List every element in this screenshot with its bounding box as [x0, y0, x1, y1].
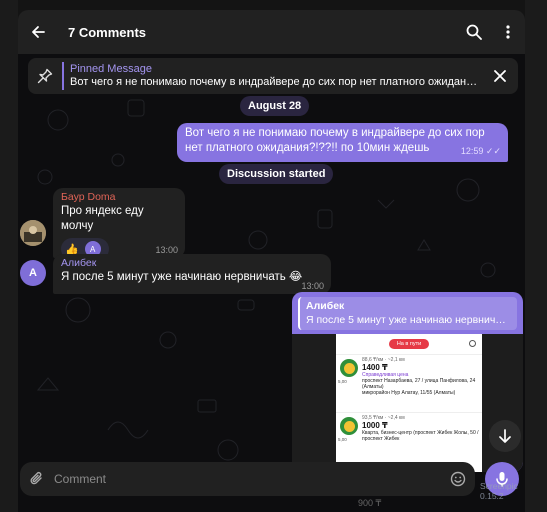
outgoing-message[interactable]: Вот чего я не понимаю почему в индрайвер… [177, 123, 508, 162]
date-separator: August 28 [240, 96, 310, 116]
coin-icon [340, 417, 358, 435]
comment-composer [20, 462, 475, 496]
desktop-edge-right [525, 0, 547, 512]
message-text: Я после 5 минут уже начинаю нервничать 😂 [61, 271, 303, 283]
close-icon [494, 70, 506, 82]
media-message[interactable]: Алибек Я после 5 минут уже начинаю нервн… [292, 292, 523, 472]
paperclip-icon [30, 472, 42, 485]
avatar[interactable] [20, 220, 46, 246]
gear-icon [469, 340, 476, 347]
sender-name[interactable]: Баур Doma [61, 191, 177, 204]
sender-name[interactable]: Алибек [61, 257, 323, 270]
list-item: 5,00 88,6 ₸/км · ~2,1 км 1400 ₸ Справедл… [336, 354, 482, 412]
reply-quote[interactable]: Алибек Я после 5 минут уже начинаю нервн… [298, 297, 517, 330]
incoming-message[interactable]: Баур Doma Про яндекс еду молчу 👍 A 13:00 [53, 188, 185, 260]
message-text: Про яндекс еду молчу [61, 205, 144, 232]
arrow-left-icon [32, 26, 45, 38]
phone-topbar: На в пути [336, 334, 482, 354]
message-text: Вот чего я не понимаю почему в индрайвер… [185, 127, 485, 154]
message-time: 12:59 ✓✓ [460, 146, 501, 156]
pinned-label: Pinned Message [70, 63, 152, 75]
scroll-down-button[interactable] [489, 420, 521, 452]
unpin-button[interactable] [482, 70, 518, 82]
pinned-message-bar[interactable]: Pinned Message Вот чего я не понимаю поч… [28, 58, 518, 94]
reply-text: Я после 5 минут уже начинаю нервничать .… [306, 314, 511, 326]
reply-sender: Алибек [306, 300, 345, 312]
back-button[interactable] [18, 10, 58, 54]
chat-window: 7 Comments Pinned Message Вот чего я не … [18, 10, 525, 512]
arrow-down-icon [499, 429, 511, 443]
avatar[interactable]: A [20, 260, 46, 286]
pin-icon [28, 68, 62, 84]
desktop-edge-left [0, 0, 18, 512]
phone-status-pill: На в пути [388, 339, 430, 349]
comment-input[interactable] [54, 472, 441, 486]
watermark-text: Screenpic 0.15.2 [480, 481, 518, 501]
emoji-button[interactable] [441, 471, 475, 487]
message-time: 13:00 [301, 281, 324, 291]
chat-header: 7 Comments [18, 10, 525, 54]
more-vertical-icon [506, 25, 510, 39]
partial-price-text: 900 ₸ [358, 498, 382, 508]
discussion-started-chip: Discussion started [219, 164, 334, 184]
phone-screenshot: На в пути 5,00 88,6 ₸/км · ~2,1 км 1400 … [336, 334, 482, 472]
attach-button[interactable] [20, 471, 54, 487]
search-button[interactable] [457, 10, 491, 54]
pinned-text: Вот чего я не понимаю почему в индрайвер… [70, 76, 482, 88]
more-options-button[interactable] [491, 10, 525, 54]
incoming-message[interactable]: Алибек Я после 5 минут уже начинаю нервн… [53, 254, 331, 294]
read-check-icon: ✓✓ [485, 146, 501, 156]
coin-icon [340, 359, 358, 377]
page-title: 7 Comments [68, 24, 147, 40]
smile-icon [450, 471, 466, 487]
pinned-message-content: Pinned Message Вот чего я не понимаю поч… [62, 62, 482, 90]
screenshot-image[interactable]: На в пути 5,00 88,6 ₸/км · ~2,1 км 1400 … [292, 334, 523, 472]
search-icon [466, 24, 482, 40]
